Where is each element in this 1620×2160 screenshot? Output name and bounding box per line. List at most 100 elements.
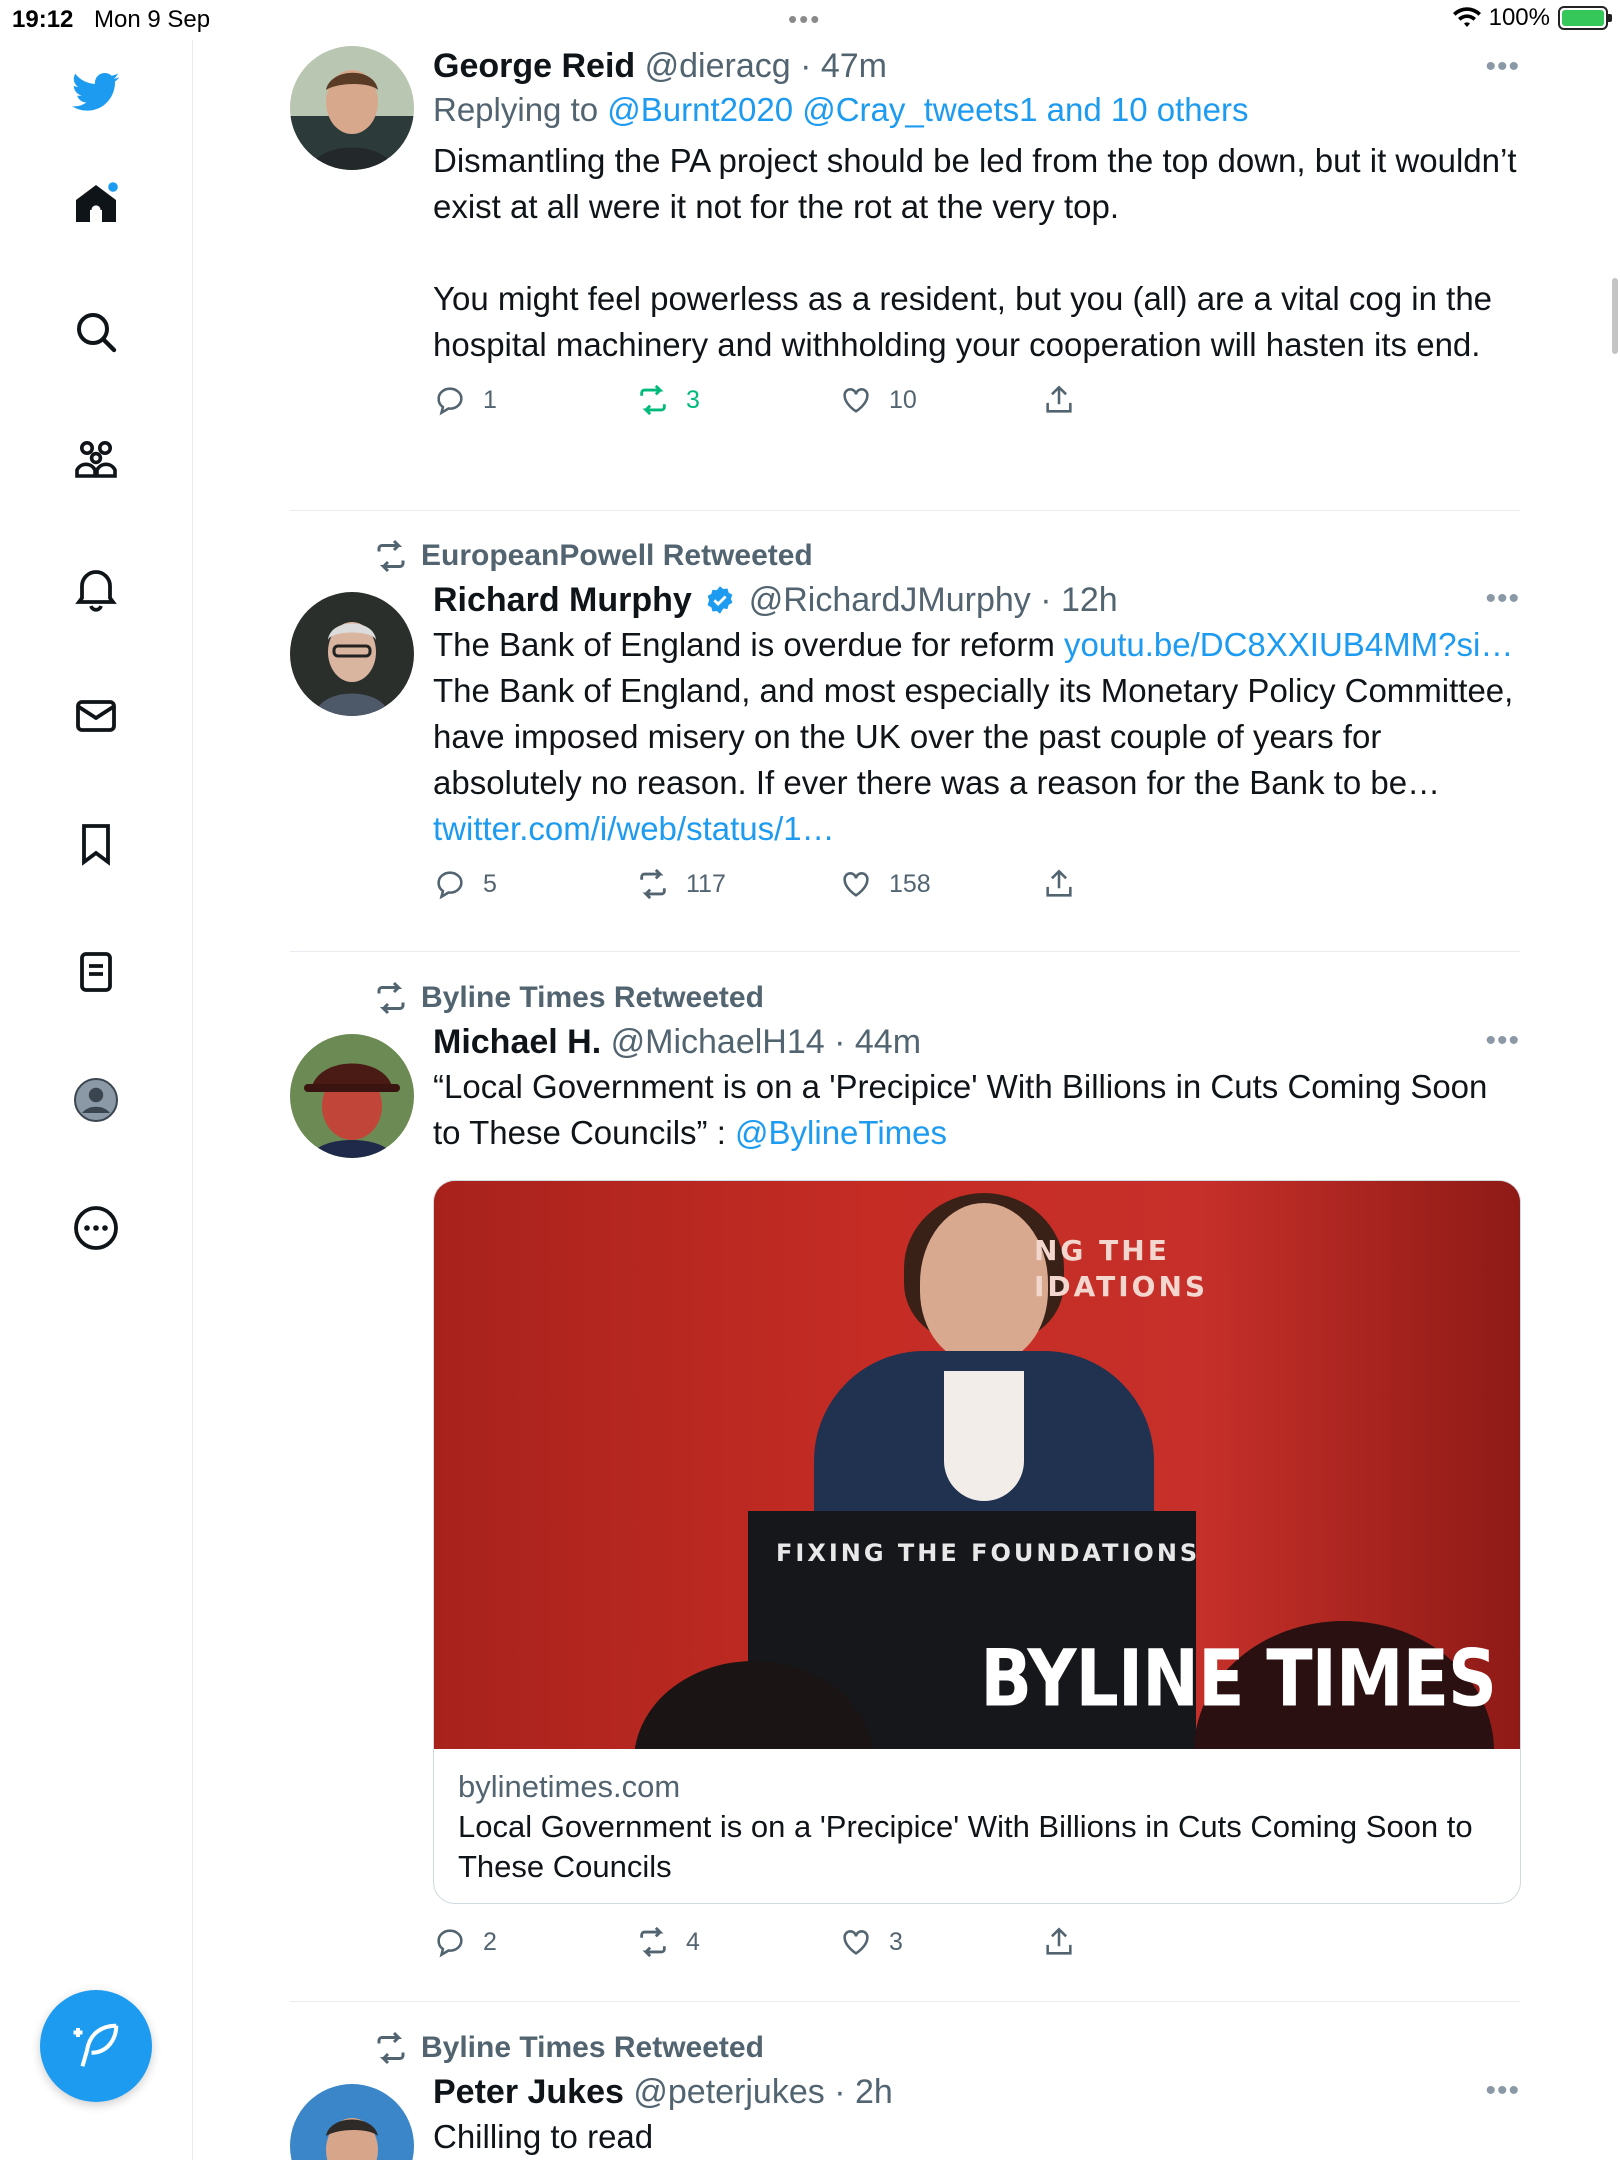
- reply-icon: [437, 871, 463, 900]
- retweet-icon: [640, 868, 666, 900]
- share-icon: [1046, 1927, 1072, 1955]
- author-handle-time[interactable]: @dieracg · 47m: [645, 47, 887, 85]
- reply-button[interactable]: 1: [433, 383, 636, 417]
- home-icon[interactable]: [68, 176, 124, 232]
- replying-to: Replying to @Burnt2020 @Cray_tweets1 and…: [433, 88, 1521, 132]
- like-count: 10: [889, 385, 917, 414]
- author-name[interactable]: Peter Jukes: [433, 2073, 624, 2111]
- tweet[interactable]: Byline Times Retweeted Peter Jukes @pete…: [290, 2030, 1520, 2160]
- tweet-header: Richard Murphy @RichardJMurphy · 12h: [433, 578, 1521, 622]
- tweet[interactable]: George Reid @dieracg · 47m Replying to @…: [290, 44, 1520, 514]
- messages-envelope-icon[interactable]: [68, 688, 124, 744]
- communities-icon[interactable]: [68, 432, 124, 488]
- tweet-text-part: “Local Government is on a 'Precipice' Wi…: [433, 1068, 1488, 1151]
- status-link[interactable]: twitter.com/i/web/status/1…: [433, 810, 835, 847]
- retweet-button[interactable]: 117: [636, 867, 839, 901]
- byline-times-logo: BYLINE TIMES: [980, 1634, 1497, 1725]
- tweet-text: Dismantling the PA project should be led…: [433, 138, 1521, 368]
- like-button[interactable]: 3: [839, 1925, 1042, 1959]
- card-title: Local Government is on a 'Precipice' Wit…: [458, 1809, 1473, 1884]
- status-right: 100%: [1452, 4, 1612, 32]
- multitasking-dots[interactable]: •••: [788, 4, 821, 35]
- like-count: 3: [889, 1927, 903, 1956]
- podium-text: FIXING THE FOUNDATIONS: [776, 1539, 1201, 1567]
- retweeted-by[interactable]: Byline Times Retweeted: [373, 2030, 764, 2066]
- avatar[interactable]: [290, 46, 414, 170]
- share-icon: [1046, 385, 1072, 413]
- tweet-paragraph: Dismantling the PA project should be led…: [433, 142, 1517, 225]
- heart-icon: [843, 872, 869, 897]
- tweet-more-icon[interactable]: •••: [1485, 1024, 1520, 1058]
- share-button[interactable]: [1042, 867, 1245, 901]
- share-icon: [1046, 869, 1072, 897]
- tweet-text: Chilling to read: [433, 2118, 654, 2155]
- sidebar: [0, 40, 193, 2160]
- tweet[interactable]: Byline Times Retweeted Michael H. @Micha…: [290, 980, 1521, 2020]
- retweet-count: 4: [686, 1927, 700, 1956]
- search-icon[interactable]: [68, 304, 124, 360]
- status-bar: 19:12 Mon 9 Sep ••• 100%: [0, 0, 1620, 40]
- avatar[interactable]: [290, 2084, 414, 2160]
- heart-icon: [843, 388, 869, 413]
- retweeted-by-label: Byline Times Retweeted: [421, 2031, 764, 2064]
- tweet-paragraph: You might feel powerless as a resident, …: [433, 280, 1493, 363]
- author-name[interactable]: Richard Murphy: [433, 581, 692, 619]
- retweet-count: 3: [686, 385, 700, 414]
- like-button[interactable]: 158: [839, 867, 1042, 901]
- retweet-button[interactable]: 3: [636, 383, 839, 417]
- author-handle-time[interactable]: @peterjukes · 2h: [633, 2073, 892, 2111]
- share-button[interactable]: [1042, 383, 1245, 417]
- tweet-text-part: The Bank of England is overdue for refor…: [433, 626, 1064, 663]
- tweet-header: George Reid @dieracg · 47m: [433, 44, 1521, 88]
- reply-count: 2: [483, 1927, 497, 1956]
- reply-count: 1: [483, 385, 497, 414]
- youtube-link[interactable]: youtu.be/DC8XXIUB4MM?si…: [1064, 626, 1513, 663]
- battery-icon: [1558, 6, 1612, 30]
- author-handle-time[interactable]: @RichardJMurphy · 12h: [749, 581, 1118, 619]
- battery-percent: 100%: [1488, 4, 1550, 31]
- tweet-actions: 2 4 3: [433, 1922, 1521, 1962]
- compose-tweet-button[interactable]: [40, 1990, 152, 2102]
- retweeted-by-label: EuropeanPowell Retweeted: [421, 539, 813, 572]
- author-name[interactable]: Michael H.: [433, 1023, 601, 1061]
- status-date: Mon 9 Sep: [94, 6, 211, 33]
- author-handle-time[interactable]: @MichaelH14 · 44m: [611, 1023, 921, 1061]
- share-button[interactable]: [1042, 1925, 1245, 1959]
- twitter-logo-icon[interactable]: [68, 64, 124, 120]
- avatar[interactable]: [290, 592, 414, 716]
- retweet-count: 117: [686, 869, 726, 898]
- tweet[interactable]: EuropeanPowell Retweeted Richard Murphy …: [290, 538, 1520, 958]
- retweeted-by[interactable]: EuropeanPowell Retweeted: [373, 538, 813, 574]
- profile-avatar-icon[interactable]: [68, 1072, 124, 1128]
- tweet-more-icon[interactable]: •••: [1485, 582, 1520, 616]
- avatar[interactable]: [290, 1034, 414, 1158]
- retweet-icon: [377, 2031, 405, 2065]
- retweeted-by[interactable]: Byline Times Retweeted: [373, 980, 764, 1016]
- lists-icon[interactable]: [68, 944, 124, 1000]
- tweet-text: The Bank of England is overdue for refor…: [433, 622, 1521, 852]
- notifications-bell-icon[interactable]: [68, 560, 124, 616]
- like-button[interactable]: 10: [839, 383, 1042, 417]
- tweet-more-icon[interactable]: •••: [1485, 2074, 1520, 2108]
- like-count: 158: [889, 869, 931, 898]
- reply-button[interactable]: 5: [433, 867, 636, 901]
- divider: [290, 951, 1520, 952]
- reply-targets-link[interactable]: @Burnt2020 @Cray_tweets1 and 10 others: [607, 91, 1248, 128]
- home-timeline: George Reid @dieracg · 47m Replying to @…: [193, 40, 1620, 2160]
- divider: [290, 2001, 1520, 2002]
- tweet-text-part: The Bank of England, and most especially…: [433, 672, 1514, 801]
- link-preview-card[interactable]: NG THE IDATIONS FIXING THE FOUNDATIONS B…: [433, 1180, 1521, 1904]
- retweet-icon: [377, 539, 405, 573]
- author-name[interactable]: George Reid: [433, 47, 635, 85]
- more-options-icon[interactable]: [68, 1200, 124, 1256]
- card-image: NG THE IDATIONS FIXING THE FOUNDATIONS B…: [434, 1181, 1520, 1749]
- retweet-button[interactable]: 4: [636, 1925, 839, 1959]
- mention-link[interactable]: @BylineTimes: [735, 1114, 947, 1151]
- tweet-text: “Local Government is on a 'Precipice' Wi…: [433, 1064, 1521, 1156]
- retweeted-by-label: Byline Times Retweeted: [421, 981, 764, 1014]
- reply-icon: [437, 387, 463, 416]
- reply-button[interactable]: 2: [433, 1925, 636, 1959]
- scrollbar[interactable]: [1612, 278, 1618, 354]
- tweet-more-icon[interactable]: •••: [1485, 50, 1520, 84]
- bookmarks-icon[interactable]: [68, 816, 124, 872]
